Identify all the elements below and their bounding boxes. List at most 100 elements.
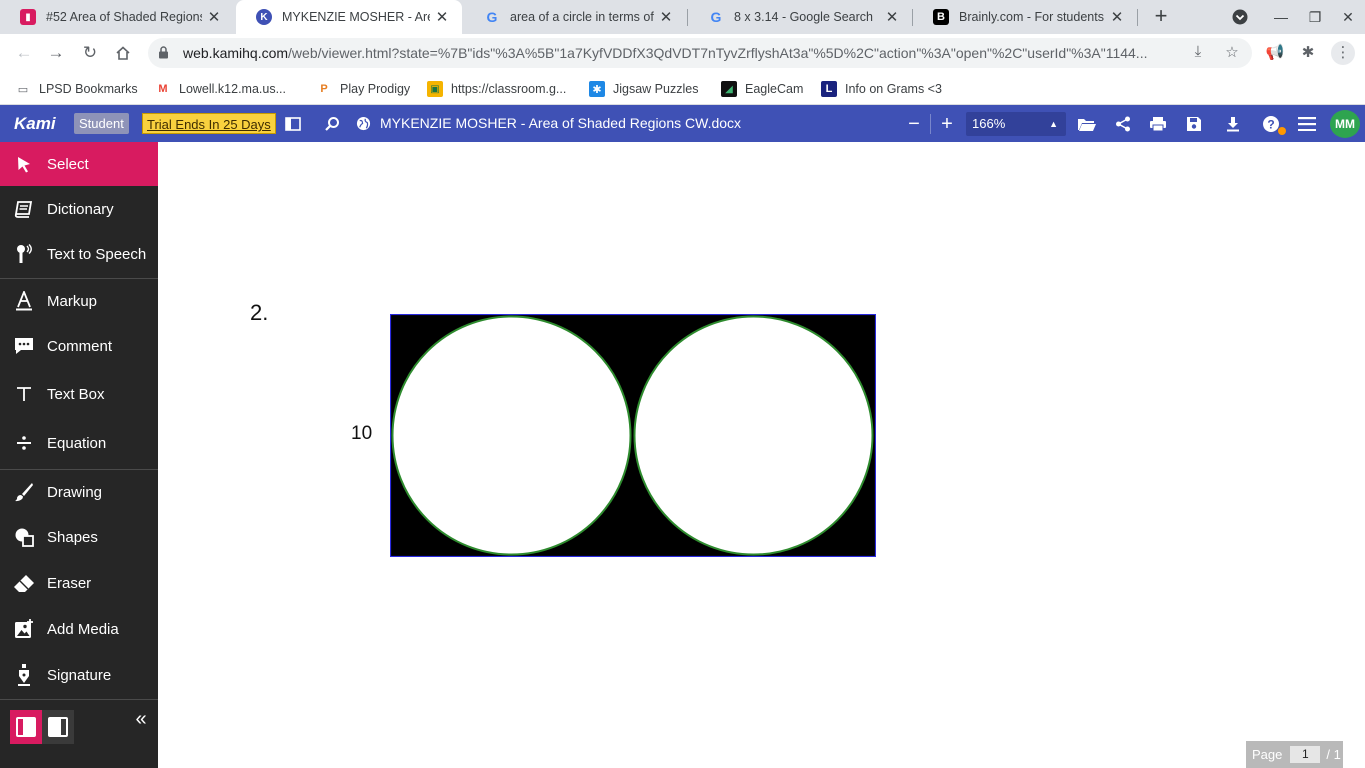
tool-label: Shapes [47,528,98,546]
bookmark-item[interactable]: ▣ https://classroom.g... [427,80,566,98]
bookmark-item[interactable]: ◢ EagleCam [721,80,803,98]
markup-icon [0,291,47,311]
page-label: Page [1252,747,1283,762]
browser-tab[interactable]: B Brainly.com - For students. By ✕ [913,0,1137,34]
trial-badge[interactable]: Trial Ends In 25 Days [142,113,276,134]
tool-text-to-speech[interactable]: Text to Speech [0,232,158,276]
dock-right-icon[interactable] [42,710,74,744]
extensions-puzzle-icon[interactable]: ✱ [1298,43,1318,63]
url-text[interactable]: web.kamihq.com/web/viewer.html?state=%7B… [183,45,1173,61]
tool-markup[interactable]: Markup [0,279,158,323]
pen-nib-icon [0,664,47,686]
tool-shapes[interactable]: Shapes [0,515,158,559]
menu-icon[interactable] [1296,113,1318,135]
new-tab-icon[interactable]: + [1149,4,1173,30]
tool-label: Comment [47,337,113,355]
zoom-in-icon[interactable]: + [936,113,958,135]
bookmark-item[interactable]: L Info on Grams <3 [821,80,942,98]
chevron-updown-icon: ▲ [1049,119,1058,129]
dock-left-icon[interactable] [10,710,42,744]
zoom-out-icon[interactable]: − [903,113,925,135]
close-icon[interactable]: ✕ [654,8,678,26]
minimize-icon[interactable]: — [1264,0,1298,34]
prodigy-icon: P [320,83,328,95]
tool-label: Add Media [47,620,119,638]
tool-signature[interactable]: Signature [0,653,158,697]
book-icon [0,200,47,218]
share-icon[interactable] [1112,113,1134,135]
kami-k-icon: ▮ [20,9,36,25]
shaded-region-figure [390,314,876,557]
tool-text-box[interactable]: Text Box [0,372,158,416]
close-icon[interactable]: ✕ [202,8,226,26]
svg-text:?: ? [1267,118,1274,132]
kami-tool-sidebar: Select Dictionary Text to Speech Markup … [0,142,158,768]
open-folder-icon[interactable] [1076,113,1098,135]
back-icon[interactable]: ← [11,40,37,66]
kami-header: Kami Student Trial Ends In 25 Days MYKEN… [0,105,1365,142]
brush-icon [0,482,47,502]
puzzle-icon: ✱ [589,81,605,97]
tab-title: area of a circle in terms of pi [510,10,654,24]
restore-icon[interactable]: ❐ [1298,0,1332,34]
bookmarks-bar: ▭ LPSD Bookmarks M Lowell.k12.ma.us... P… [0,72,1365,105]
download-icon[interactable] [1222,113,1244,135]
page-number-input[interactable]: 1 [1290,746,1321,763]
document-title: MYKENZIE MOSHER - Area of Shaded Regions… [380,115,742,131]
dimension-label: 10 [351,423,373,444]
close-window-icon[interactable]: ✕ [1331,0,1365,34]
kami-logo: Kami [14,114,56,133]
browser-tab-active[interactable]: K MYKENZIE MOSHER - Area of ✕ [236,0,462,34]
tool-equation[interactable]: Equation [0,421,158,465]
reload-icon[interactable]: ↻ [77,40,103,66]
zoom-select[interactable]: 166% ▲ [966,112,1066,136]
tool-label: Text to Speech [47,245,147,263]
tool-label: Eraser [47,574,92,592]
lock-icon[interactable] [158,46,169,59]
browser-tab[interactable]: ▮ #52 Area of Shaded Regions ✕ [0,0,234,34]
google-g-icon: G [710,9,722,25]
tool-dictionary[interactable]: Dictionary [0,187,158,231]
bookmark-item[interactable]: P Play Prodigy [316,80,410,98]
forward-icon[interactable]: → [43,40,69,66]
home-icon[interactable] [110,40,136,66]
image-icon [0,619,47,639]
tool-drawing[interactable]: Drawing [0,470,158,514]
megaphone-extension-icon[interactable]: 📢 [1265,43,1285,63]
browser-tab[interactable]: G 8 x 3.14 - Google Search ✕ [688,0,912,34]
tab-search-icon[interactable] [1223,0,1257,34]
tool-label: Markup [47,292,98,310]
browser-toolbar: ← → ↻ web.kamihq.com/web/viewer.html?sta… [0,34,1365,72]
avatar[interactable]: MM [1330,110,1360,138]
close-icon[interactable]: ✕ [430,8,454,26]
save-icon[interactable] [1183,113,1205,135]
collapse-sidebar-icon[interactable]: « [130,708,152,730]
browser-tab[interactable]: G area of a circle in terms of pi ✕ [464,0,686,34]
tool-select[interactable]: Select [0,142,158,186]
l-icon: L [821,81,837,97]
bookmark-item[interactable]: ✱ Jigsaw Puzzles [589,80,698,98]
tab-title: MYKENZIE MOSHER - Area of [282,10,430,24]
sidebar-toggle-icon[interactable] [282,113,304,135]
figure-circle-left [391,315,632,556]
address-bar[interactable]: web.kamihq.com/web/viewer.html?state=%7B… [148,38,1252,68]
tool-label: Drawing [47,483,103,501]
bookmark-star-icon[interactable]: ☆ [1222,43,1242,63]
google-g-icon: G [486,9,498,25]
chrome-menu-icon[interactable]: ⋮ [1331,41,1355,65]
tool-comment[interactable]: Comment [0,324,158,368]
notification-dot [1278,127,1286,135]
eraser-icon [0,574,47,592]
tool-add-media[interactable]: Add Media [0,607,158,651]
speaker-icon [0,244,47,264]
close-icon[interactable]: ✕ [880,8,904,26]
bookmark-item[interactable]: M Lowell.k12.ma.us... [155,80,286,98]
search-icon[interactable] [321,113,343,135]
bookmark-item[interactable]: ▭ LPSD Bookmarks [15,80,138,98]
print-icon[interactable] [1147,113,1169,135]
tool-eraser[interactable]: Eraser [0,561,158,605]
close-icon[interactable]: ✕ [1105,8,1129,26]
cursor-arrow-icon [0,156,47,173]
globe-icon [352,113,374,135]
install-app-icon[interactable]: ⤓ [1188,43,1208,63]
